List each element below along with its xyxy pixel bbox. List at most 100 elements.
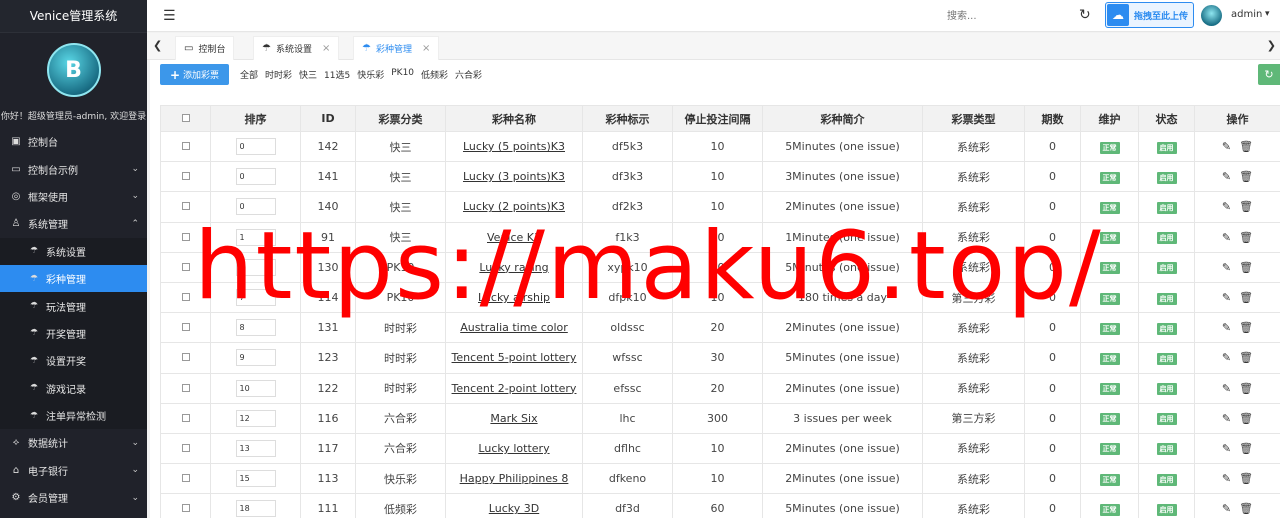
row-checkbox[interactable] [181, 413, 190, 422]
lottery-name-link[interactable]: Lucky 3D [489, 502, 539, 515]
search-input[interactable] [947, 7, 1067, 25]
sidebar-item-11[interactable]: ⟡ 数据统计 ⌄ [0, 429, 147, 456]
close-icon[interactable]: × [322, 43, 330, 54]
edit-icon[interactable]: ✎ [1222, 412, 1231, 425]
trash-icon[interactable]: 🗑 [1239, 291, 1253, 304]
edit-icon[interactable]: ✎ [1222, 442, 1231, 455]
lottery-name-link[interactable]: Lucky (2 points)K3 [463, 200, 565, 213]
filter-item[interactable]: 快乐彩 [357, 68, 384, 81]
status-badge[interactable]: 启用 [1156, 413, 1177, 426]
chevron-right-icon[interactable]: ❯ [1267, 39, 1276, 52]
trash-icon[interactable]: 🗑 [1239, 231, 1253, 244]
filter-item[interactable]: 时时彩 [265, 68, 292, 81]
maintenance-badge[interactable]: 正常 [1099, 352, 1120, 365]
maintenance-badge[interactable]: 正常 [1099, 201, 1120, 214]
sidebar-item-13[interactable]: ⚙ 会员管理 ⌄ [0, 484, 147, 511]
filter-item[interactable]: PK10 [391, 68, 414, 81]
maintenance-badge[interactable]: 正常 [1099, 232, 1120, 245]
status-badge[interactable]: 启用 [1156, 443, 1177, 456]
maintenance-badge[interactable]: 正常 [1099, 413, 1120, 426]
row-checkbox[interactable] [181, 262, 190, 271]
sort-input[interactable] [235, 258, 276, 276]
upload-button[interactable]: ☁ 拖拽至此上传 [1105, 2, 1194, 28]
sort-input[interactable] [235, 138, 276, 156]
lottery-name-link[interactable]: Australia time color [460, 321, 568, 334]
lottery-name-link[interactable]: Lucky (5 points)K3 [463, 140, 565, 153]
row-checkbox[interactable] [181, 172, 190, 181]
sort-input[interactable] [235, 349, 276, 367]
filter-item[interactable]: 六合彩 [455, 68, 482, 81]
trash-icon[interactable]: 🗑 [1239, 351, 1253, 364]
trash-icon[interactable]: 🗑 [1239, 170, 1253, 183]
sort-input[interactable] [235, 470, 276, 488]
lottery-name-link[interactable]: Lucky (3 points)K3 [463, 170, 565, 183]
edit-icon[interactable]: ✎ [1222, 261, 1231, 274]
row-checkbox[interactable] [181, 504, 190, 513]
status-badge[interactable]: 启用 [1156, 503, 1177, 516]
caret-down-icon[interactable]: ▾ [1265, 9, 1270, 19]
sidebar-item-6[interactable]: ☂ 玩法管理 [0, 292, 147, 320]
status-badge[interactable]: 启用 [1156, 292, 1177, 305]
edit-icon[interactable]: ✎ [1222, 140, 1231, 153]
refresh-icon[interactable]: ↻ [1079, 7, 1091, 23]
row-checkbox[interactable] [181, 323, 190, 332]
filter-item[interactable]: 快三 [299, 68, 317, 81]
maintenance-badge[interactable]: 正常 [1099, 383, 1120, 396]
lottery-name-link[interactable]: Happy Philippines 8 [460, 472, 569, 485]
row-checkbox[interactable] [181, 293, 190, 302]
status-badge[interactable]: 启用 [1156, 232, 1177, 245]
chevron-left-icon[interactable]: ❮ [153, 39, 162, 52]
edit-icon[interactable]: ✎ [1222, 200, 1231, 213]
maintenance-badge[interactable]: 正常 [1099, 141, 1120, 154]
sidebar-item-10[interactable]: ☂ 注单异常检测 [0, 401, 147, 430]
edit-icon[interactable]: ✎ [1222, 231, 1231, 244]
maintenance-badge[interactable]: 正常 [1099, 322, 1120, 335]
maintenance-badge[interactable]: 正常 [1099, 473, 1120, 486]
sort-input[interactable] [235, 379, 276, 397]
row-checkbox[interactable] [181, 202, 190, 211]
sidebar-item-2[interactable]: ◎ 框架使用 ⌄ [0, 183, 147, 210]
row-checkbox[interactable] [181, 383, 190, 392]
edit-icon[interactable]: ✎ [1222, 321, 1231, 334]
trash-icon[interactable]: 🗑 [1239, 140, 1253, 153]
trash-icon[interactable]: 🗑 [1239, 321, 1253, 334]
trash-icon[interactable]: 🗑 [1239, 502, 1253, 515]
row-checkbox[interactable] [181, 232, 190, 241]
add-lottery-button[interactable]: + 添加彩票 [160, 64, 229, 85]
edit-icon[interactable]: ✎ [1222, 472, 1231, 485]
sort-input[interactable] [235, 289, 276, 307]
trash-icon[interactable]: 🗑 [1239, 442, 1253, 455]
lottery-name-link[interactable]: Lucky racing [479, 261, 548, 274]
sidebar-item-5[interactable]: ☂ 彩种管理 [0, 264, 147, 293]
close-icon[interactable]: × [422, 43, 430, 54]
status-badge[interactable]: 启用 [1156, 383, 1177, 396]
status-badge[interactable]: 启用 [1156, 141, 1177, 154]
sort-input[interactable] [235, 228, 276, 246]
sidebar-item-0[interactable]: ▣ 控制台 [0, 128, 147, 155]
user-name[interactable]: admin [1231, 9, 1262, 20]
lottery-name-link[interactable]: Venice K3 [487, 231, 541, 244]
lottery-name-link[interactable]: Mark Six [490, 412, 537, 425]
tab-0[interactable]: ▭ 控制台 [175, 36, 235, 60]
filter-item[interactable]: 11选5 [324, 68, 350, 81]
sort-input[interactable] [235, 409, 276, 427]
sort-input[interactable] [235, 439, 276, 457]
avatar[interactable] [1201, 5, 1222, 26]
edit-icon[interactable]: ✎ [1222, 502, 1231, 515]
trash-icon[interactable]: 🗑 [1239, 472, 1253, 485]
trash-icon[interactable]: 🗑 [1239, 261, 1253, 274]
sort-input[interactable] [235, 168, 276, 186]
trash-icon[interactable]: 🗑 [1239, 412, 1253, 425]
tab-1[interactable]: ☂ 系统设置 × [253, 36, 340, 60]
lottery-name-link[interactable]: Tencent 2-point lottery [452, 382, 577, 395]
filter-item[interactable]: 全部 [240, 68, 258, 81]
sidebar-item-9[interactable]: ☂ 游戏记录 [0, 374, 147, 402]
sidebar-item-4[interactable]: ☂ 系统设置 [0, 237, 147, 265]
filter-item[interactable]: 低频彩 [421, 68, 448, 81]
edit-icon[interactable]: ✎ [1222, 170, 1231, 183]
sidebar-item-1[interactable]: ▭ 控制台示例 ⌄ [0, 155, 147, 182]
maintenance-badge[interactable]: 正常 [1099, 171, 1120, 184]
edit-icon[interactable]: ✎ [1222, 382, 1231, 395]
select-all-checkbox[interactable] [181, 114, 190, 122]
sidebar-item-8[interactable]: ☂ 设置开奖 [0, 347, 147, 375]
